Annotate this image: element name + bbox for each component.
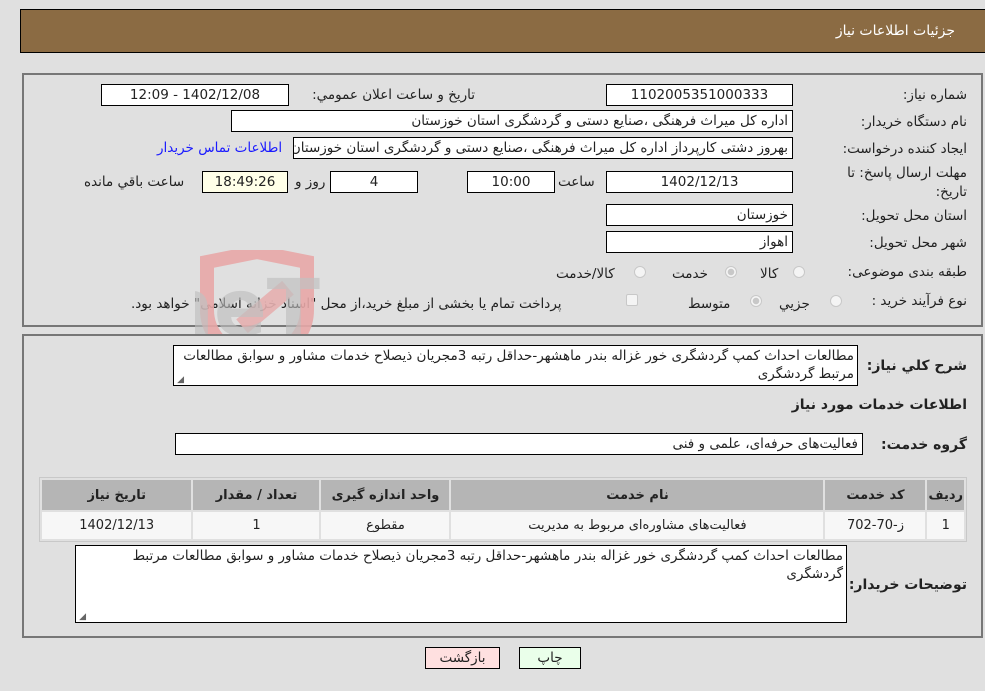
purchase-type-option-minor: جزيي bbox=[779, 296, 810, 312]
buyer-contact-link[interactable]: اطلاعات تماس خریدار bbox=[157, 140, 282, 156]
deadline-date-field[interactable]: 1402/12/13 bbox=[606, 171, 793, 193]
category-option-service: خدمت bbox=[672, 266, 708, 282]
page-header: جزئیات اطلاعات نیاز bbox=[20, 9, 985, 53]
purchase-type-radio-minor[interactable] bbox=[830, 295, 842, 307]
services-section-title: اطلاعات خدمات مورد نیاز bbox=[791, 397, 967, 413]
col-header-unit: واحد اندازه گیری bbox=[321, 480, 450, 510]
treasury-note: پرداخت تمام یا بخشی از مبلغ خرید،از محل … bbox=[131, 296, 562, 312]
city-label: شهر محل تحویل: bbox=[869, 235, 967, 251]
announce-datetime-field[interactable]: 1402/12/08 - 12:09 bbox=[101, 84, 289, 106]
category-radio-goods-service[interactable] bbox=[634, 266, 646, 278]
summary-label: شرح کلي نياز: bbox=[866, 358, 967, 374]
col-header-need-date: تاریخ نیاز bbox=[42, 480, 192, 510]
province-field[interactable]: خوزستان bbox=[606, 204, 793, 226]
need-number-field[interactable]: 1102005351000333 bbox=[606, 84, 793, 106]
col-header-quantity: تعداد / مقدار bbox=[193, 480, 320, 510]
buyer-org-field[interactable]: اداره کل میراث فرهنگی ،صنایع دستی و گردش… bbox=[231, 110, 793, 132]
category-option-goods: کالا bbox=[760, 266, 779, 282]
summary-text: مطالعات احداث کمپ گردشگری خور غزاله بندر… bbox=[183, 348, 854, 382]
cell-quantity: 1 bbox=[193, 512, 320, 539]
cell-row-number: 1 bbox=[927, 512, 964, 539]
remaining-time-field[interactable]: 18:49:26 bbox=[202, 171, 288, 193]
service-group-field[interactable]: فعالیت‌های حرفه‌ای، علمی و فنی bbox=[175, 433, 863, 455]
cell-service-name: فعالیت‌های مشاوره‌ای مربوط به مدیریت bbox=[451, 512, 824, 539]
resize-grip-icon[interactable]: ◢ bbox=[78, 613, 86, 622]
buyer-notes-text: مطالعات احداث کمپ گردشگری خور غزاله بندر… bbox=[132, 548, 843, 582]
province-label: استان محل تحویل: bbox=[861, 208, 967, 224]
purchase-type-radio-medium[interactable] bbox=[750, 295, 762, 307]
days-label: روز و bbox=[295, 174, 326, 190]
table-row: 1 ز-70-702 فعالیت‌های مشاوره‌ای مربوط به… bbox=[42, 512, 964, 539]
announce-datetime-label: تاریخ و ساعت اعلان عمومي: bbox=[312, 87, 475, 103]
buyer-notes-textarea[interactable]: مطالعات احداث کمپ گردشگری خور غزاله بندر… bbox=[75, 545, 847, 623]
deadline-time-label: ساعت bbox=[558, 174, 595, 190]
purchase-type-label: نوع فرآیند خرید : bbox=[871, 293, 967, 309]
page-title: جزئیات اطلاعات نیاز bbox=[835, 23, 955, 39]
deadline-time-field[interactable]: 10:00 bbox=[467, 171, 555, 193]
category-label: طبقه بندی موضوعی: bbox=[847, 264, 967, 280]
cell-service-code: ز-70-702 bbox=[825, 512, 926, 539]
remaining-days-field[interactable]: 4 bbox=[330, 171, 418, 193]
category-radio-goods[interactable] bbox=[793, 266, 805, 278]
need-number-label: شماره نیاز: bbox=[902, 87, 967, 103]
table-header-row: ردیف کد خدمت نام خدمت واحد اندازه گیری ت… bbox=[42, 480, 964, 510]
col-header-service-name: نام خدمت bbox=[451, 480, 824, 510]
col-header-row-number: ردیف bbox=[927, 480, 964, 510]
category-radio-service[interactable] bbox=[725, 266, 737, 278]
cell-unit: مقطوع bbox=[321, 512, 450, 539]
services-table: ردیف کد خدمت نام خدمت واحد اندازه گیری ت… bbox=[39, 477, 967, 542]
requester-field[interactable]: بهروز دشتی کارپرداز اداره کل میراث فرهنگ… bbox=[293, 137, 793, 159]
remaining-time-label: ساعت باقي مانده bbox=[84, 174, 185, 190]
print-button[interactable]: چاپ bbox=[519, 647, 581, 669]
requester-label: ایجاد کننده درخواست: bbox=[842, 141, 967, 157]
purchase-type-option-medium: متوسط bbox=[688, 296, 731, 312]
deadline-label: مهلت ارسال پاسخ: تا تاریخ: bbox=[847, 165, 967, 200]
summary-textarea[interactable]: مطالعات احداث کمپ گردشگری خور غزاله بندر… bbox=[173, 345, 858, 386]
service-group-label: گروه خدمت: bbox=[881, 437, 967, 453]
category-option-goods-service: کالا/خدمت bbox=[556, 266, 615, 282]
back-button[interactable]: بازگشت bbox=[425, 647, 500, 669]
cell-need-date: 1402/12/13 bbox=[42, 512, 192, 539]
city-field[interactable]: اهواز bbox=[606, 231, 793, 253]
buyer-org-label: نام دستگاه خریدار: bbox=[860, 114, 967, 130]
treasury-checkbox[interactable] bbox=[626, 294, 638, 306]
resize-grip-icon[interactable]: ◢ bbox=[176, 376, 184, 385]
col-header-service-code: کد خدمت bbox=[825, 480, 926, 510]
buyer-notes-label: توضیحات خریدار: bbox=[848, 577, 967, 593]
